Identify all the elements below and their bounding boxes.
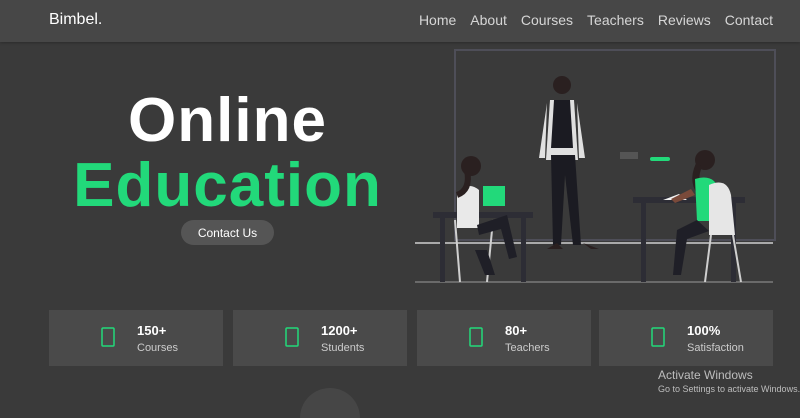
- classroom-illustration: [415, 49, 776, 283]
- nav-link-teachers[interactable]: Teachers: [587, 12, 644, 28]
- stat-label: Students: [321, 342, 365, 354]
- contact-us-button[interactable]: Contact Us: [181, 220, 274, 245]
- brand-logo[interactable]: Bimbel.: [49, 11, 102, 29]
- nav-link-about[interactable]: About: [470, 12, 507, 28]
- windows-activation-watermark: Activate Windows Go to Settings to activ…: [658, 368, 800, 394]
- tablet-icon: [651, 327, 665, 347]
- tablet-icon: [101, 327, 115, 347]
- stat-card-courses: 150+ Courses: [49, 310, 223, 366]
- navbar: Bimbel. Home About Courses Teachers Revi…: [0, 0, 800, 42]
- stat-label: Courses: [137, 342, 178, 354]
- stat-value: 100%: [687, 323, 721, 338]
- nav-link-home[interactable]: Home: [419, 12, 456, 28]
- stat-label: Teachers: [505, 342, 550, 354]
- nav-link-reviews[interactable]: Reviews: [658, 12, 711, 28]
- stat-value: 1200+: [321, 323, 358, 338]
- tablet-icon: [285, 327, 299, 347]
- nav-links: Home About Courses Teachers Reviews Cont…: [419, 12, 773, 28]
- stat-value: 80+: [505, 323, 528, 338]
- hero-title-line1: Online: [128, 86, 327, 155]
- stat-card-satisfaction: 100% Satisfaction: [599, 310, 773, 366]
- stat-card-teachers: 80+ Teachers: [417, 310, 591, 366]
- nav-link-contact[interactable]: Contact: [725, 12, 773, 28]
- watermark-title: Activate Windows: [658, 368, 753, 382]
- hero-title-line2: Education: [73, 151, 382, 220]
- stat-label: Satisfaction: [687, 342, 744, 354]
- tablet-icon: [469, 327, 483, 347]
- nav-link-courses[interactable]: Courses: [521, 12, 573, 28]
- stat-card-students: 1200+ Students: [233, 310, 407, 366]
- stat-value: 150+: [137, 323, 167, 338]
- watermark-subtitle: Go to Settings to activate Windows.: [658, 384, 800, 394]
- decorative-shape: [300, 388, 360, 418]
